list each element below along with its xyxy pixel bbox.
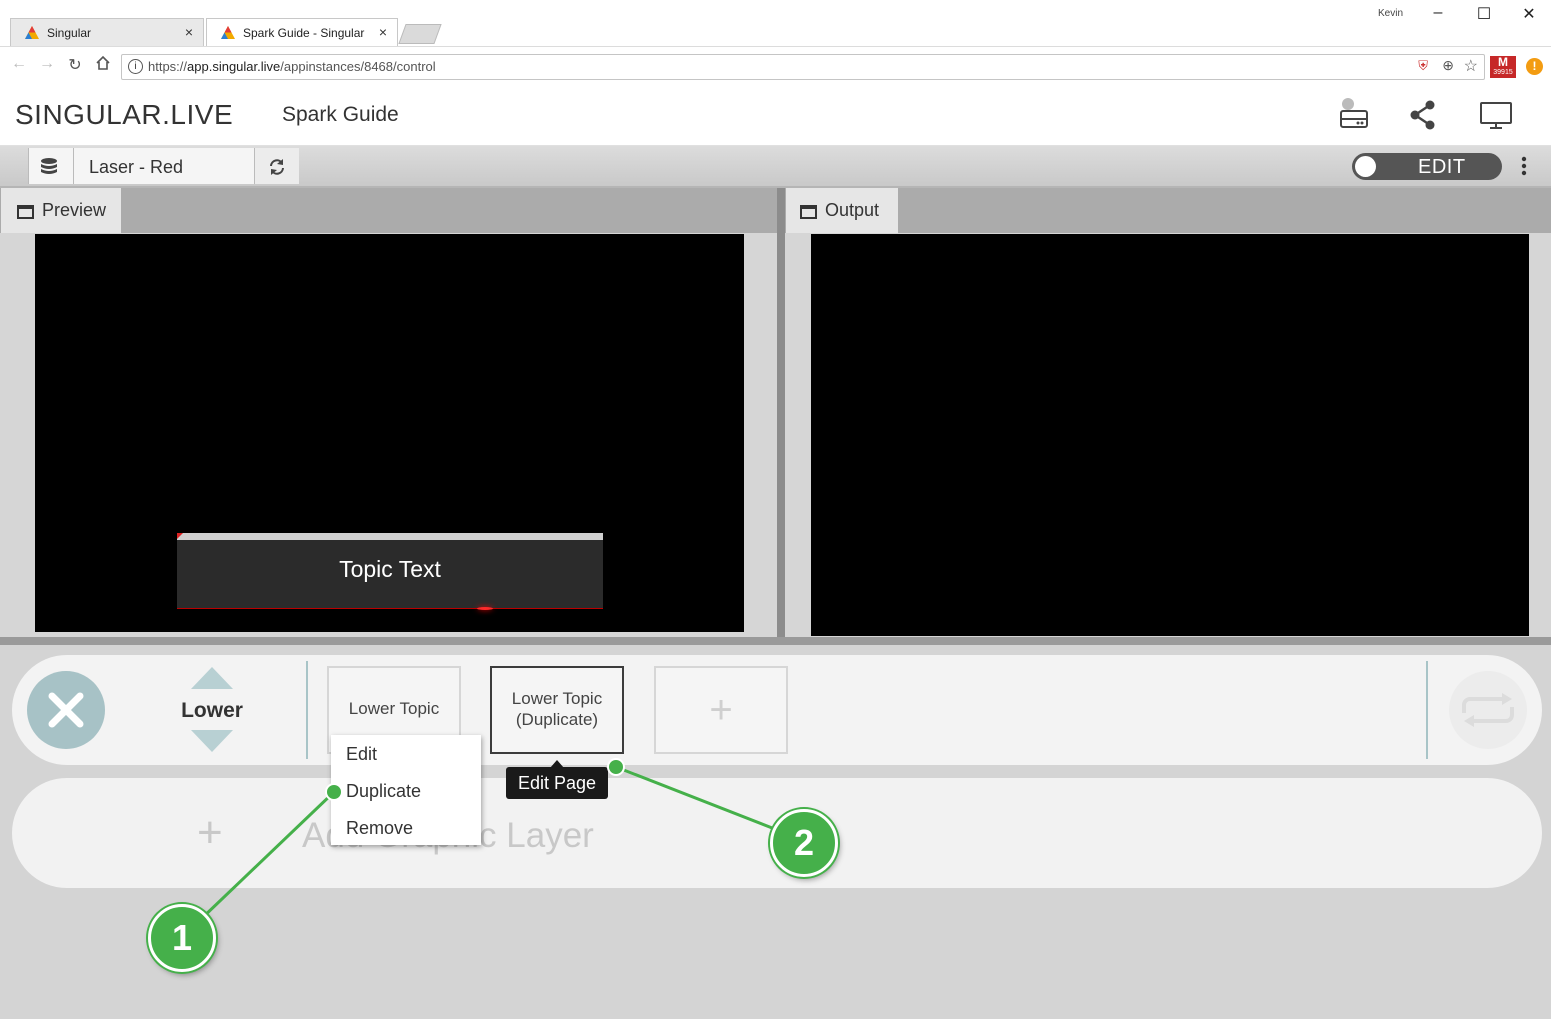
- annotation-callout-2: 2: [770, 809, 838, 877]
- annotation-dot: [325, 783, 343, 801]
- annotation-callout-1: 1: [148, 904, 216, 972]
- annotation-lines: [198, 765, 786, 922]
- annotation-dot: [607, 758, 625, 776]
